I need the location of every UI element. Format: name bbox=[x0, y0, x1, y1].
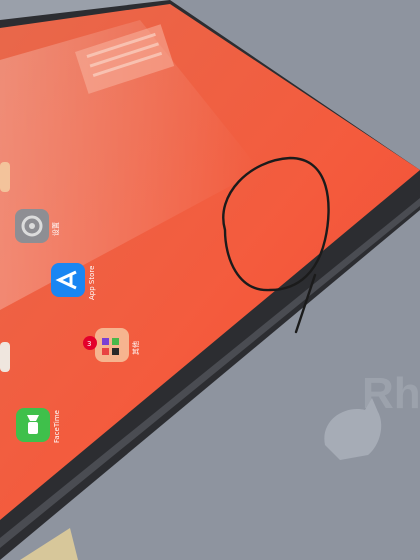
app-facetime-label: FaceTime bbox=[53, 410, 61, 443]
app-folder-badge: 3 bbox=[83, 336, 97, 350]
app-folder-label: 其他 bbox=[131, 341, 140, 355]
facetime-icon bbox=[27, 415, 39, 434]
app-facetime[interactable]: FaceTime bbox=[16, 408, 61, 443]
badge-count: 3 bbox=[87, 340, 91, 348]
app-app-store[interactable]: App Store bbox=[51, 263, 96, 300]
app-store-label: App Store bbox=[88, 266, 96, 300]
watermark-text: Rh bbox=[362, 369, 420, 418]
partial-app-icon bbox=[0, 162, 10, 192]
partial-app-icon bbox=[0, 342, 10, 372]
photo-scene: 设置 App Store 其他 3 FaceTime Rh bbox=[0, 0, 420, 560]
app-settings-label: 设置 bbox=[51, 222, 60, 236]
